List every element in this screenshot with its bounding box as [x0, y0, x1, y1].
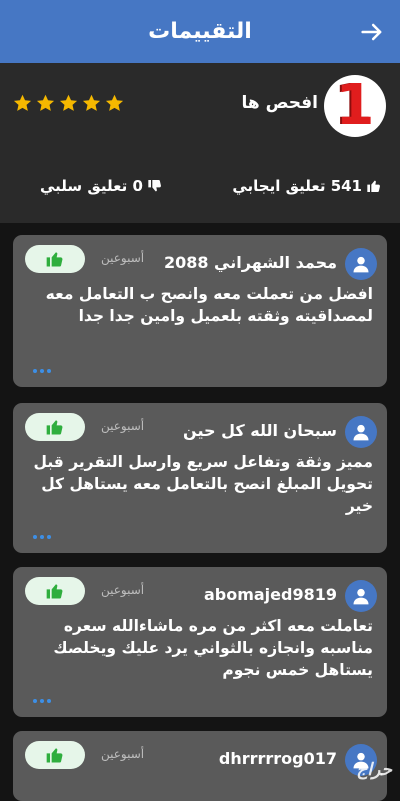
review-card: محمد الشهراني 2088 أسبوعين افضل من تعملت… — [13, 235, 387, 387]
review-like-badge — [25, 577, 85, 605]
review-like-badge — [25, 245, 85, 273]
arrow-right-icon[interactable] — [358, 18, 386, 46]
review-username[interactable]: dhrrrrrog017 — [219, 749, 337, 768]
rating-stars — [12, 93, 125, 114]
review-card: dhrrrrrog017 أسبوعين — [13, 731, 387, 801]
star-icon — [13, 94, 32, 111]
more-options-icon[interactable] — [33, 369, 51, 373]
review-card: سبحان الله كل حين أسبوعين مميز وثقة وتفا… — [13, 403, 387, 553]
review-time: أسبوعين — [101, 583, 145, 597]
more-options-icon[interactable] — [33, 699, 51, 703]
star-icon — [105, 94, 124, 111]
review-username[interactable]: abomajed9819 — [204, 585, 337, 604]
profile-logo: 1 — [324, 75, 386, 137]
user-avatar-icon — [345, 580, 377, 612]
positive-count-label: 541 تعليق ايجابي — [232, 177, 362, 195]
review-username[interactable]: سبحان الله كل حين — [183, 421, 337, 440]
star-icon — [59, 94, 78, 111]
review-like-badge — [25, 413, 85, 441]
thumbs-up-icon — [46, 252, 63, 267]
thumbs-up-icon — [46, 584, 63, 599]
user-avatar-icon — [345, 248, 377, 280]
more-options-icon[interactable] — [33, 535, 51, 539]
top-app-bar: التقييمات — [0, 0, 400, 63]
user-avatar-icon — [345, 416, 377, 448]
logo-number: 1 — [335, 73, 375, 138]
review-card: abomajed9819 أسبوعين تعاملت معه اكثر من … — [13, 567, 387, 717]
profile-summary: 1 افحص ها — [0, 63, 400, 152]
thumbs-up-icon — [46, 748, 63, 763]
star-icon — [82, 94, 101, 111]
review-text: مميز وثقة وتفاعل سريع وارسل التقرير قبل … — [33, 453, 373, 515]
page-title: التقييمات — [148, 19, 252, 44]
review-username[interactable]: محمد الشهراني 2088 — [164, 253, 337, 272]
review-time: أسبوعين — [101, 747, 145, 761]
review-text: تعاملت معه اكثر من مره ماشاءالله سعره من… — [53, 617, 373, 679]
review-like-badge — [25, 741, 85, 769]
positive-count[interactable]: 541 تعليق ايجابي — [232, 177, 382, 195]
negative-count-label: 0 تعليق سلبي — [40, 177, 143, 195]
star-icon — [36, 94, 55, 111]
watermark-logo: حراج — [356, 760, 392, 780]
thumbs-up-icon — [46, 420, 63, 435]
review-text: افضل من تعملت معه وانصح ب التعامل معه لم… — [45, 285, 373, 325]
negative-count[interactable]: 0 تعليق سلبي — [40, 177, 163, 195]
review-time: أسبوعين — [101, 419, 145, 433]
review-time: أسبوعين — [101, 251, 145, 265]
thumbs-up-icon — [367, 180, 380, 192]
thumbs-down-icon — [148, 180, 161, 192]
feedback-counts: 541 تعليق ايجابي 0 تعليق سلبي — [0, 151, 400, 223]
profile-name: افحص ها — [241, 93, 319, 113]
